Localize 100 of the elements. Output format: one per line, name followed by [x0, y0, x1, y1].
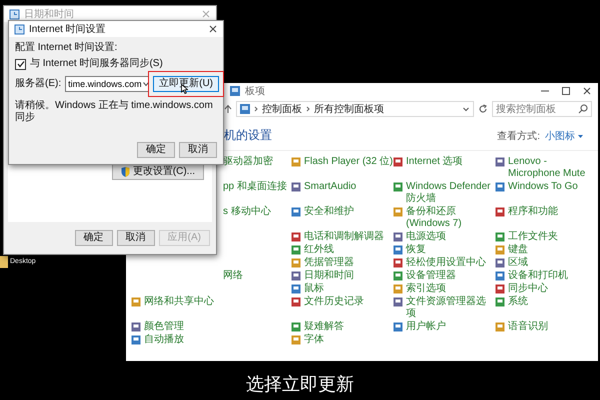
applet-icon — [291, 207, 301, 217]
breadcrumb-item[interactable]: 所有控制面板项 — [314, 102, 384, 116]
control-panel-link[interactable]: 同步中心 — [508, 283, 548, 295]
applet-icon — [495, 245, 505, 255]
applet-icon — [393, 258, 403, 268]
control-panel-link[interactable]: 区域 — [508, 257, 528, 269]
dialog-button[interactable]: 取消 — [179, 142, 217, 158]
view-dropdown[interactable]: 小图标 — [545, 128, 584, 142]
applet-icon — [393, 271, 403, 281]
control-panel-link[interactable]: 键盘 — [508, 244, 528, 256]
applet-icon — [495, 258, 505, 268]
applet-icon — [131, 297, 141, 307]
dialog-title: Internet 时间设置 — [29, 22, 106, 36]
applet-icon — [291, 232, 301, 242]
chevron-icon — [253, 104, 259, 114]
control-panel-link[interactable]: 凭据管理器 — [304, 257, 354, 269]
view-label: 查看方式: — [497, 130, 540, 142]
control-panel-link[interactable]: 网络和共享中心 — [144, 296, 214, 308]
section-heading: 配置 Internet 时间设置: — [15, 42, 118, 54]
control-panel-link[interactable]: 日期和时间 — [304, 270, 354, 282]
checkbox-label: 与 Internet 时间服务器同步(S) — [30, 58, 163, 70]
control-panel-link[interactable]: 安全和维护 — [304, 206, 354, 218]
window-title: 板项 — [245, 84, 265, 98]
control-panel-link[interactable]: 电话和调制解调器 — [304, 231, 384, 243]
refresh-icon[interactable] — [478, 104, 488, 114]
control-panel-link[interactable]: 文件历史记录 — [304, 296, 364, 308]
control-panel-link[interactable]: Flash Player (32 位) — [304, 156, 393, 168]
control-panel-link[interactable]: 用户帐户 — [406, 321, 446, 333]
control-panel-link[interactable]: 颜色管理 — [144, 321, 184, 333]
applet-icon — [495, 322, 505, 332]
page-heading: 机的设置 — [224, 127, 272, 144]
applet-icon — [393, 245, 403, 255]
control-panel-link[interactable]: 鼠标 — [304, 283, 324, 295]
applet-icon — [393, 284, 403, 294]
control-panel-link[interactable]: Windows To Go — [508, 181, 578, 193]
control-panel-link[interactable]: 设备和打印机 — [508, 270, 568, 282]
control-panel-link[interactable]: 索引选项 — [406, 283, 446, 295]
status-text: 请稍候。Windows 正在与 time.windows.com 同步 — [15, 100, 214, 124]
caret-icon — [142, 80, 150, 88]
applet-icon — [495, 297, 505, 307]
shield-icon — [120, 167, 130, 177]
control-panel-link[interactable]: 字体 — [304, 334, 324, 346]
applet-icon — [291, 284, 301, 294]
control-panel-link[interactable]: pp 和桌面连接 — [223, 181, 287, 193]
close-icon[interactable] — [208, 24, 218, 34]
applet-icon — [495, 207, 505, 217]
checkbox[interactable] — [15, 58, 26, 70]
control-panel-link[interactable]: 文件资源管理器选项 — [406, 296, 495, 320]
control-panel-link[interactable]: 备份和还原(Windows 7) — [406, 206, 495, 230]
applet-icon — [393, 157, 403, 167]
control-panel-link[interactable]: 系统 — [508, 296, 528, 308]
control-panel-link[interactable]: SmartAudio — [304, 181, 356, 193]
close-icon[interactable] — [582, 86, 592, 96]
search-icon — [578, 104, 588, 114]
dialog-button[interactable]: 确定 — [137, 142, 175, 158]
control-panel-link[interactable]: Internet 选项 — [406, 156, 463, 168]
applet-icon — [393, 232, 403, 242]
applet-icon — [495, 182, 505, 192]
control-panel-link[interactable]: 工作文件夹 — [508, 231, 558, 243]
applet-icon — [495, 232, 505, 242]
maximize-icon[interactable] — [561, 86, 571, 96]
dialog-button[interactable]: 确定 — [74, 230, 113, 246]
chevron-icon — [305, 104, 311, 114]
applet-icon — [131, 335, 141, 345]
control-panel-link[interactable]: 电源选项 — [406, 231, 446, 243]
applet-icon — [291, 258, 301, 268]
applet-icon — [393, 297, 403, 307]
clock-icon — [9, 8, 20, 20]
subtitle-caption: 选择立即更新 — [246, 373, 354, 396]
control-panel-icon — [240, 104, 250, 114]
control-panel-link[interactable]: Windows Defender 防火墙 — [406, 181, 495, 205]
applet-icon — [291, 297, 301, 307]
control-panel-link[interactable]: Lenovo - Microphone Mute — [508, 156, 597, 180]
control-panel-link[interactable]: s 移动中心 — [223, 206, 271, 218]
check-icon — [16, 60, 24, 68]
applet-icon — [291, 271, 301, 281]
address-bar[interactable]: 控制面板 所有控制面板项 — [236, 101, 474, 117]
control-panel-link[interactable]: 恢复 — [406, 244, 426, 256]
applet-icon — [291, 245, 301, 255]
folder-icon — [0, 256, 8, 268]
control-panel-icon — [230, 86, 240, 96]
control-panel-link[interactable]: 疑难解答 — [304, 321, 344, 333]
applet-icon — [291, 335, 301, 345]
applet-icon — [291, 157, 301, 167]
control-panel-link[interactable]: 语音识别 — [508, 321, 548, 333]
up-arrow-icon[interactable] — [224, 104, 232, 114]
applet-icon — [131, 322, 141, 332]
control-panel-link[interactable]: 程序和功能 — [508, 206, 558, 218]
dialog-button[interactable]: 取消 — [116, 230, 155, 246]
clock-icon — [14, 24, 25, 34]
control-panel-link[interactable]: 设备管理器 — [406, 270, 456, 282]
control-panel-link[interactable]: 红外线 — [304, 244, 334, 256]
server-dropdown[interactable]: time.windows.com — [65, 76, 150, 92]
control-panel-link[interactable]: 自动播放 — [144, 334, 184, 346]
control-panel-link[interactable]: 轻松使用设置中心 — [406, 257, 486, 269]
search-field[interactable]: 搜索控制面板 — [492, 101, 592, 117]
applet-icon — [495, 271, 505, 281]
breadcrumb-item[interactable]: 控制面板 — [262, 102, 302, 116]
change-settings-button[interactable]: 更改设置(C)... — [112, 164, 204, 180]
control-panel-link[interactable]: 网络 — [223, 270, 243, 282]
